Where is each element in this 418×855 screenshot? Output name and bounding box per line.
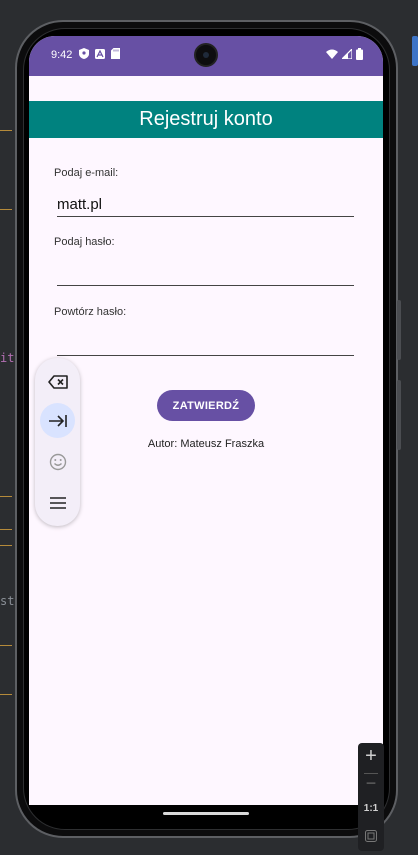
status-time: 9:42 — [51, 49, 73, 61]
password-label: Podaj hasło: — [54, 236, 115, 248]
backspace-icon — [47, 374, 68, 389]
zoom-in-button[interactable]: + — [358, 745, 384, 768]
phone-screen: 9:42 Rejestruj konto Podaj e-mail: Podaj… — [29, 36, 383, 805]
menu-icon — [49, 496, 66, 509]
status-bar: 9:42 — [29, 36, 383, 76]
ide-gutter-mark — [0, 694, 12, 695]
ide-gutter-mark — [0, 529, 12, 530]
ide-gutter-mark — [0, 130, 12, 131]
ide-code-fragment: it — [0, 351, 15, 365]
zoom-out-button[interactable]: − — [358, 773, 384, 794]
author-text: Autor: Mateusz Fraszka — [147, 438, 265, 450]
password-field[interactable] — [57, 261, 354, 286]
volume-button[interactable] — [397, 380, 401, 450]
zoom-ratio-button[interactable]: 1:1 — [358, 803, 384, 814]
power-button[interactable] — [397, 300, 401, 360]
tab-button[interactable] — [40, 403, 75, 438]
battery-icon — [356, 48, 363, 60]
email-field[interactable] — [57, 192, 354, 217]
emoji-icon — [49, 453, 66, 470]
fit-screen-icon — [365, 830, 377, 842]
backspace-button[interactable] — [40, 364, 75, 399]
ide-gutter-mark — [0, 545, 12, 546]
ide-code-fragment: st — [0, 594, 15, 608]
tab-icon — [48, 414, 67, 427]
front-camera — [194, 43, 218, 67]
submit-button[interactable]: ZATWIERDŹ — [157, 390, 255, 421]
fit-screen-button[interactable] — [365, 829, 377, 847]
wifi-icon — [326, 49, 338, 59]
password-repeat-field[interactable] — [57, 331, 354, 356]
ide-gutter-mark — [0, 209, 12, 210]
ide-right-tool-tab[interactable] — [412, 36, 418, 66]
page-title: Rejestruj konto — [29, 101, 383, 138]
signal-icon — [342, 49, 352, 59]
status-icons-right — [326, 48, 363, 60]
translate-icon — [95, 48, 105, 59]
home-indicator[interactable] — [163, 812, 249, 815]
emoji-button[interactable] — [40, 444, 75, 479]
status-icons-left — [79, 48, 120, 59]
sd-card-icon — [111, 48, 120, 59]
password-repeat-label: Powtórz hasło: — [54, 306, 127, 318]
ide-gutter-mark — [0, 645, 12, 646]
email-label: Podaj e-mail: — [54, 167, 119, 179]
floating-keyboard-toolbar — [35, 358, 80, 526]
ide-gutter-mark — [0, 496, 12, 497]
zoom-controls: + − 1:1 — [358, 743, 384, 851]
shield-icon — [79, 48, 89, 59]
menu-button[interactable] — [40, 485, 75, 520]
